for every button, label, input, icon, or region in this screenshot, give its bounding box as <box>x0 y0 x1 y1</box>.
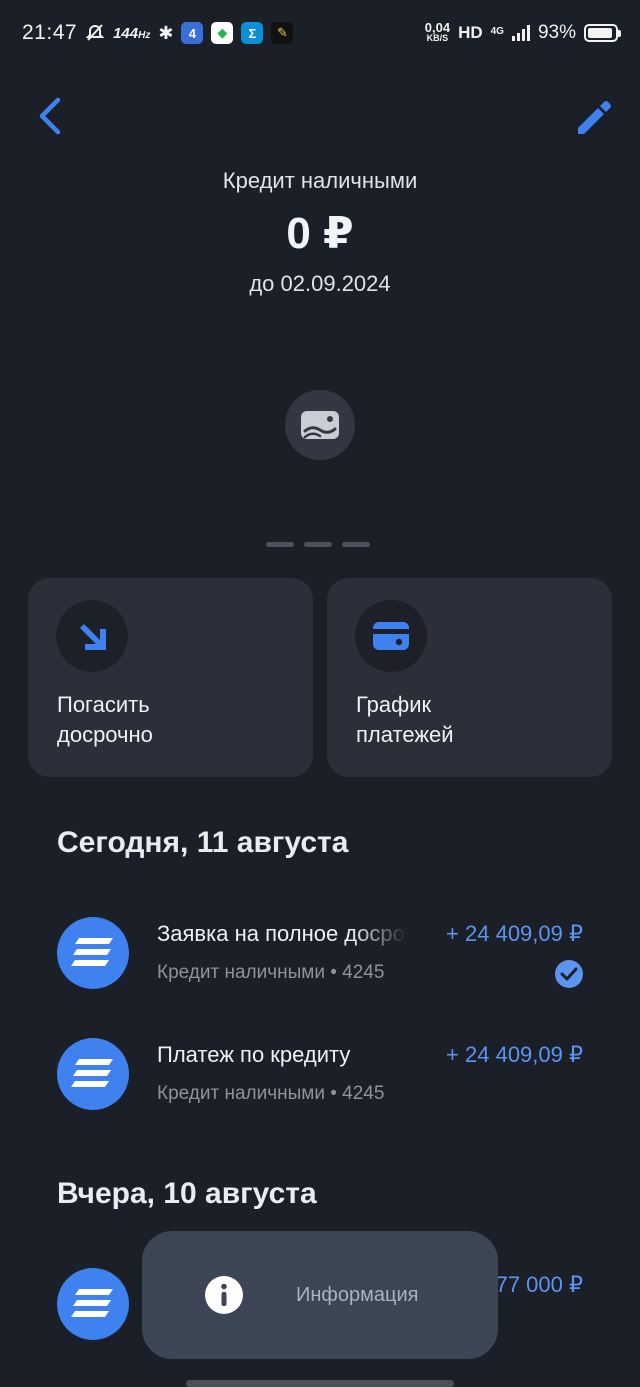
payment-schedule-card[interactable]: График платежей <box>327 578 612 777</box>
battery-percent: 93% <box>537 22 576 43</box>
bank-logo-icon <box>57 1038 129 1110</box>
battery-fill <box>588 28 613 38</box>
bank-logo-icon <box>57 917 129 989</box>
home-indicator[interactable] <box>186 1380 454 1387</box>
product-title: Кредит наличными <box>222 168 418 193</box>
status-time: 21:47 <box>22 21 78 44</box>
due-date: до 02.09.2024 <box>249 271 391 296</box>
chevron-left-icon <box>39 97 61 135</box>
page-indicator-dot-2[interactable] <box>304 542 332 547</box>
app-notification-icon-2: ◆ <box>211 22 234 44</box>
transaction-item[interactable]: Заявка на полное досрочное погашение Кре… <box>0 917 640 1007</box>
page-indicator[interactable] <box>266 542 370 547</box>
stripes-logo-icon <box>71 1289 113 1317</box>
credit-card-icon <box>373 622 409 650</box>
transaction-amount: + 24 409,09 ₽ <box>446 921 583 946</box>
hd-indicator: HD <box>458 23 483 42</box>
back-button[interactable] <box>30 92 74 140</box>
balance-amount: 0 ₽ <box>286 209 354 258</box>
net-speed: 0,04 KB/S <box>424 20 451 43</box>
bell-off-icon <box>85 24 105 41</box>
status-right: 0,04 KB/S HD 4G 93% <box>424 20 621 44</box>
refresh-rate-unit: Hz <box>138 29 151 41</box>
section-title-today: Сегодня, 11 августа <box>57 826 349 859</box>
net-speed-value: 0,04 <box>424 20 451 35</box>
refresh-rate-value: 144 <box>113 24 139 42</box>
transaction-amount: + 24 409,09 ₽ <box>446 1042 583 1067</box>
status-left: 21:47 144Hz ✱ 4 ◆ Σ ✎ <box>22 21 294 45</box>
app-notification-icon-3: Σ <box>241 22 264 44</box>
transaction-item[interactable]: Платеж по кредиту Кредит наличными • 424… <box>0 1038 640 1128</box>
card-icon-circle <box>355 600 427 672</box>
cash-icon <box>285 390 355 460</box>
info-icon <box>205 1276 243 1314</box>
battery-icon <box>584 24 621 42</box>
banknote-icon <box>301 411 339 439</box>
transaction-subtitle: Кредит наличными • 4245 <box>157 1083 385 1104</box>
page-indicator-dot-1[interactable] <box>266 542 294 547</box>
pencil-icon <box>578 101 611 134</box>
toast-text: Информация <box>296 1283 419 1306</box>
arrow-down-right-icon <box>80 624 106 650</box>
early-repayment-label: Погасить досрочно <box>57 692 153 747</box>
bank-logo-icon <box>57 1268 129 1340</box>
card-icon-circle <box>56 600 128 672</box>
check-circle-icon <box>554 959 584 989</box>
edit-button[interactable] <box>572 92 616 140</box>
transaction-subtitle: Кредит наличными • 4245 <box>157 962 385 983</box>
stripes-logo-icon <box>71 938 113 966</box>
status-bar: 21:47 144Hz ✱ 4 ◆ Σ ✎ 0,04 KB/S HD 4G 93… <box>0 0 640 66</box>
bluetooth-icon: ✱ <box>158 22 174 43</box>
page-indicator-dot-3[interactable] <box>342 542 370 547</box>
transaction-title: Платеж по кредиту <box>157 1042 351 1067</box>
early-repayment-card[interactable]: Погасить досрочно <box>28 578 313 777</box>
network-type: 4G <box>490 26 504 37</box>
payment-schedule-label: График платежей <box>356 692 454 747</box>
stripes-logo-icon <box>71 1059 113 1087</box>
section-title-yesterday: Вчера, 10 августа <box>57 1177 317 1210</box>
app-notification-icon-4: ✎ <box>271 22 294 44</box>
signal-icon <box>511 25 530 41</box>
transaction-amount: 77 000 ₽ <box>495 1272 583 1297</box>
credit-header: Кредит наличными 0 ₽ до 02.09.2024 <box>0 168 640 297</box>
info-toast[interactable]: Информация <box>142 1231 498 1359</box>
app-notification-icon-1: 4 <box>181 22 204 44</box>
net-speed-unit: KB/S <box>426 33 449 43</box>
refresh-rate: 144Hz <box>113 25 150 42</box>
transaction-title: Заявка на полное досрочное погашение <box>157 921 407 946</box>
